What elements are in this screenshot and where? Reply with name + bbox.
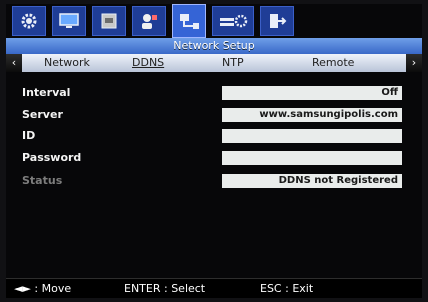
tab-ntp[interactable]: NTP xyxy=(222,54,244,72)
interval-row: Interval Off xyxy=(6,84,422,102)
status-label: Status xyxy=(22,174,63,187)
id-field[interactable] xyxy=(222,129,402,143)
server-label: Server xyxy=(22,108,63,121)
gear-icon xyxy=(21,13,37,29)
tab-ddns[interactable]: DDNS xyxy=(132,54,164,72)
user-icon xyxy=(142,14,157,29)
dvr-osd-screen: Network Setup ‹ Network DDNS NTP Remote … xyxy=(6,4,422,298)
exit-hint: ESC : Exit xyxy=(260,282,314,295)
password-field[interactable] xyxy=(222,151,402,165)
menu-tab-settings[interactable] xyxy=(12,6,46,36)
server-row: Server www.samsungipolis.com xyxy=(6,106,422,124)
menu-tab-system[interactable] xyxy=(212,6,254,36)
tab-remote[interactable]: Remote xyxy=(312,54,354,72)
id-label: ID xyxy=(22,129,36,142)
select-hint: ENTER : Select xyxy=(124,282,206,295)
main-menu-icon-bar xyxy=(6,4,422,38)
sub-tab-bar: ‹ Network DDNS NTP Remote › xyxy=(6,54,422,72)
interval-label: Interval xyxy=(22,86,71,99)
password-label: Password xyxy=(22,151,82,164)
id-row: ID xyxy=(6,127,422,145)
hdd-icon xyxy=(101,13,117,29)
server-select[interactable]: www.samsungipolis.com xyxy=(222,108,402,122)
exit-icon xyxy=(270,14,287,28)
menu-tab-display[interactable] xyxy=(52,6,86,36)
footer-hints: ◄► : Move ENTER : Select ESC : Exit xyxy=(6,278,422,298)
tab-right-arrow[interactable]: › xyxy=(406,54,422,72)
menu-tab-storage[interactable] xyxy=(92,6,126,36)
page-title: Network Setup xyxy=(6,38,422,54)
move-hint: ◄► : Move xyxy=(14,282,72,295)
status-value: DDNS not Registered xyxy=(222,174,402,188)
menu-tab-exit[interactable] xyxy=(260,6,294,36)
menu-tab-network[interactable] xyxy=(172,4,206,38)
system-settings-icon xyxy=(220,14,248,28)
status-row: Status DDNS not Registered xyxy=(6,172,422,190)
tab-network[interactable]: Network xyxy=(44,54,90,72)
monitor-icon xyxy=(59,13,79,28)
network-icon xyxy=(180,14,199,29)
password-row: Password xyxy=(6,149,422,167)
interval-select[interactable]: Off xyxy=(222,86,402,100)
tab-left-arrow[interactable]: ‹ xyxy=(6,54,22,72)
menu-tab-user[interactable] xyxy=(132,6,166,36)
